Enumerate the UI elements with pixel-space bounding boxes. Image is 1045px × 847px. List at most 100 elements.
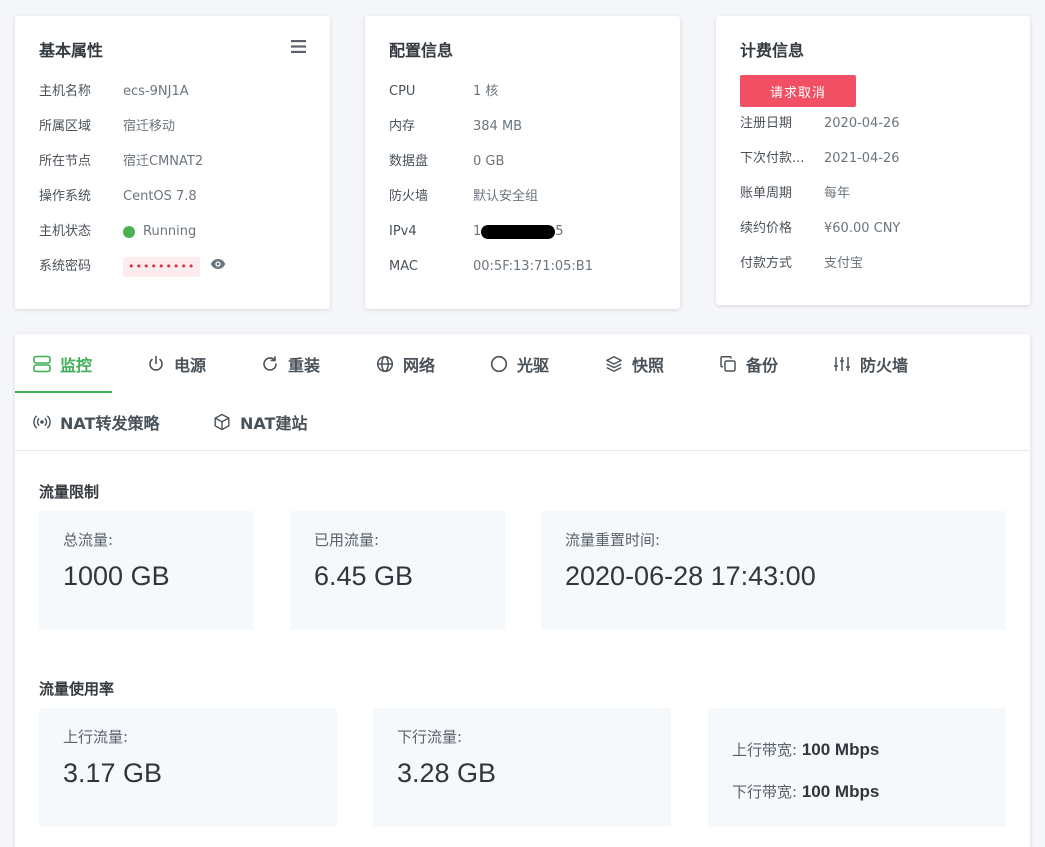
region-value: 宿迁移动 (123, 119, 176, 134)
node-row: 所在节点 宿迁CMNAT2 (39, 153, 203, 171)
download-traffic-box: 下行流量: 3.28 GB (373, 708, 671, 827)
box-icon (214, 413, 230, 431)
mac-value: 00:5F:13:71:05:B1 (473, 259, 593, 274)
mac-label: MAC (389, 259, 418, 274)
reset-time-label: 流量重置时间: (565, 531, 661, 549)
upload-bandwidth-label: 上行带宽: (732, 741, 798, 759)
tab-cdrom[interactable]: 光驱 (490, 352, 549, 376)
price-row: 续约价格 ¥60.00 CNY (740, 220, 900, 238)
copy-icon (720, 356, 736, 372)
hostname-value: ecs-9NJ1A (123, 84, 189, 99)
upload-traffic-label: 上行流量: (63, 728, 129, 746)
ipv4-end: 5 (555, 224, 564, 239)
mac-row: MAC 00:5F:13:71:05:B1 (389, 258, 593, 276)
method-value: 支付宝 (824, 256, 864, 271)
cpu-row: CPU 1 核 (389, 83, 498, 101)
tab-network[interactable]: 网络 (376, 352, 435, 376)
price-label: 续约价格 (740, 221, 793, 236)
layers-icon (606, 356, 622, 372)
status-label: 主机状态 (39, 224, 92, 239)
tab-cdrom-label: 光驱 (517, 356, 550, 375)
tab-reinstall[interactable]: 重装 (261, 352, 320, 376)
broadcast-icon (33, 415, 51, 429)
status-text: Running (143, 224, 197, 239)
tab-monitor[interactable]: 监控 (33, 352, 92, 376)
tab-snapshot[interactable]: 快照 (605, 352, 664, 376)
mem-label: 内存 (389, 119, 416, 134)
method-row: 付款方式 支付宝 (740, 255, 863, 273)
bandwidth-box: 上行带宽: 100 Mbps 下行带宽: 100 Mbps (708, 708, 1006, 827)
menu-icon[interactable] (291, 38, 306, 57)
os-value: CentOS 7.8 (123, 189, 197, 204)
upload-bandwidth-row: 上行带宽: 100 Mbps (732, 739, 879, 760)
reg-label: 注册日期 (740, 116, 793, 131)
method-label: 付款方式 (740, 256, 793, 271)
disk-row: 数据盘 0 GB (389, 153, 504, 171)
reg-value: 2020-04-26 (824, 116, 900, 131)
upload-traffic-value: 3.17 GB (63, 758, 163, 788)
region-row: 所属区域 宿迁移动 (39, 118, 175, 136)
reset-time-value: 2020-06-28 17:43:00 (565, 561, 816, 591)
ipv4-label: IPv4 (389, 224, 417, 239)
ipv4-start: 1 (473, 224, 482, 239)
tab-nat-forward-label: NAT转发策略 (60, 414, 160, 433)
download-bandwidth-label: 下行带宽: (732, 783, 798, 801)
tab-power[interactable]: 电源 (147, 352, 206, 376)
cycle-row: 账单周期 每年 (740, 185, 850, 203)
os-row: 操作系统 CentOS 7.8 (39, 188, 197, 206)
active-tab-indicator (15, 391, 112, 393)
ipv4-redaction (481, 225, 556, 239)
cpu-label: CPU (389, 84, 416, 99)
region-label: 所属区域 (39, 119, 92, 134)
total-traffic-value: 1000 GB (63, 561, 170, 591)
tab-power-label: 电源 (174, 356, 207, 375)
hostname-row: 主机名称 ecs-9NJ1A (39, 83, 189, 101)
ipv4-row: IPv4 1 5 (389, 223, 564, 241)
billing-info-title: 计费信息 (740, 41, 805, 60)
reg-row: 注册日期 2020-04-26 (740, 115, 900, 133)
tab-nat-site-label: NAT建站 (240, 414, 308, 433)
password-label: 系统密码 (39, 259, 92, 274)
disk-value: 0 GB (473, 154, 505, 169)
os-label: 操作系统 (39, 189, 92, 204)
password-value: ••••••••• (123, 257, 226, 277)
tab-firewall-label: 防火墙 (860, 356, 909, 375)
power-icon (149, 355, 163, 371)
tab-firewall[interactable]: 防火墙 (833, 352, 908, 376)
node-label: 所在节点 (39, 154, 92, 169)
tab-backup[interactable]: 备份 (719, 352, 778, 376)
used-traffic-value: 6.45 GB (314, 561, 414, 591)
node-value: 宿迁CMNAT2 (123, 154, 204, 169)
tabs-divider (15, 450, 1030, 451)
tab-nat-forward[interactable]: NAT转发策略 (33, 410, 159, 434)
upload-traffic-box: 上行流量: 3.17 GB (39, 708, 337, 827)
tab-reinstall-label: 重装 (288, 356, 321, 375)
price-value: ¥60.00 CNY (824, 221, 901, 236)
basic-info-card: 基本属性 主机名称 ecs-9NJ1A 所属区域 宿迁移动 所在节点 宿迁CMN… (15, 16, 330, 309)
next-payment-label: 下次付款... (740, 151, 805, 166)
disc-icon (490, 355, 508, 373)
mem-value: 384 MB (473, 119, 523, 134)
firewall-row: 防火墙 默认安全组 (389, 188, 538, 206)
download-bandwidth-row: 下行带宽: 100 Mbps (732, 781, 879, 802)
eye-icon[interactable] (210, 258, 226, 276)
traffic-limit-title: 流量限制 (39, 483, 100, 501)
upload-bandwidth-value: 100 Mbps (801, 740, 880, 759)
next-payment-value: 2021-04-26 (824, 151, 900, 166)
status-dot-icon (123, 226, 135, 238)
download-traffic-value: 3.28 GB (397, 758, 497, 788)
sliders-icon (834, 357, 850, 371)
config-info-card: 配置信息 CPU 1 核 内存 384 MB 数据盘 0 GB 防火墙 默认安全… (365, 16, 680, 309)
tab-snapshot-label: 快照 (632, 356, 665, 375)
next-payment-row: 下次付款... 2021-04-26 (740, 150, 900, 168)
tab-backup-label: 备份 (746, 356, 779, 375)
request-cancel-button[interactable]: 请求取消 (740, 75, 856, 107)
password-mask: ••••••••• (123, 257, 201, 277)
cycle-label: 账单周期 (740, 186, 793, 201)
tab-nat-site[interactable]: NAT建站 (213, 410, 307, 434)
tab-monitor-label: 监控 (60, 356, 93, 375)
disk-label: 数据盘 (389, 154, 429, 169)
reset-time-box: 流量重置时间: 2020-06-28 17:43:00 (541, 511, 1006, 630)
used-traffic-box: 已用流量: 6.45 GB (290, 511, 505, 630)
monitor-icon (33, 355, 51, 373)
